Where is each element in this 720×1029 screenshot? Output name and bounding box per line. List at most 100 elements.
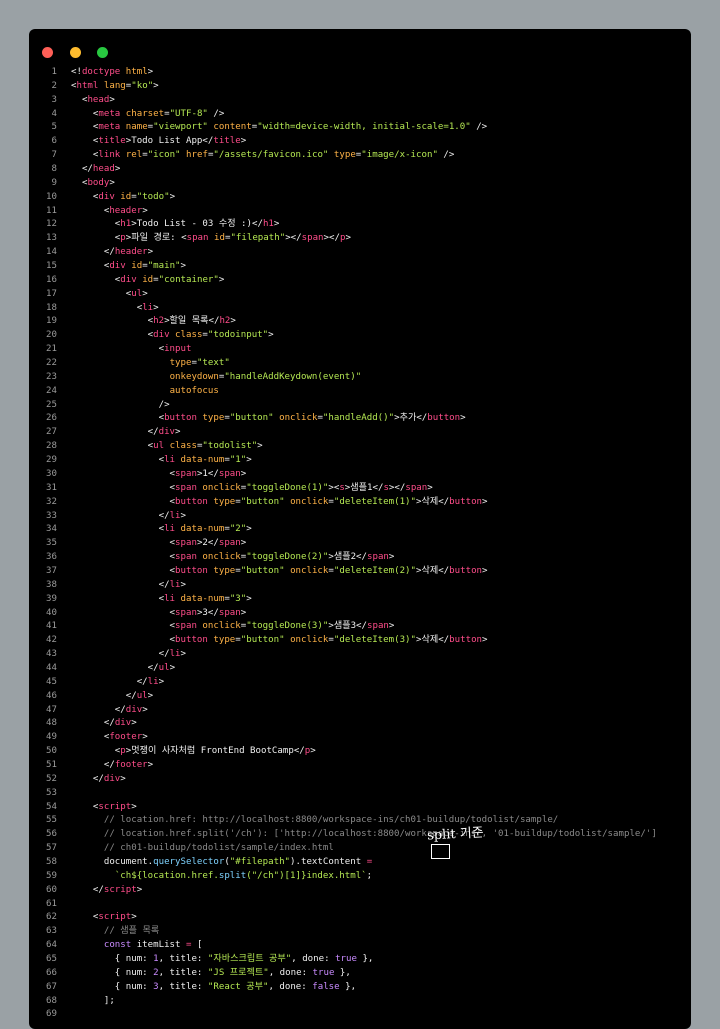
line-number: 55 bbox=[46, 815, 57, 826]
code-token: itemList bbox=[131, 940, 186, 951]
code-token: < bbox=[71, 441, 154, 452]
code-line: 19 <h2>할일 목록</h2> bbox=[29, 315, 691, 329]
code-token: < bbox=[71, 330, 154, 341]
code-token: </ bbox=[71, 773, 104, 784]
code-token: id bbox=[142, 274, 154, 285]
code-token: meta bbox=[98, 108, 121, 119]
code-line: 41 <span onclick="toggleDone(3)">샘플3</sp… bbox=[29, 620, 691, 634]
code-token: ("/ch")[1]}index.html` bbox=[246, 870, 367, 881]
line-number: 40 bbox=[46, 607, 57, 618]
code-token: button bbox=[449, 496, 483, 507]
line-number: 32 bbox=[46, 496, 57, 507]
code-token: button bbox=[449, 635, 483, 646]
code-token: input bbox=[164, 344, 192, 355]
code-token: "UTF-8" bbox=[169, 108, 208, 119]
line-number: 35 bbox=[46, 538, 57, 549]
line-number: 50 bbox=[46, 746, 57, 757]
code-token: li bbox=[169, 649, 181, 660]
line-number: 36 bbox=[46, 552, 57, 563]
code-token: autofocus bbox=[169, 385, 219, 396]
code-line: 1 <!doctype html> bbox=[29, 66, 691, 80]
code-line: 59 `ch${location.href.split("/ch")[1]}in… bbox=[29, 870, 691, 884]
code-line: 63 // 샘플 목록 bbox=[29, 925, 691, 939]
code-token: </ bbox=[71, 704, 126, 715]
code-token: >삭제</ bbox=[416, 635, 450, 646]
code-token: > bbox=[131, 801, 137, 812]
code-line: 40 <span>3</span> bbox=[29, 607, 691, 621]
code-area[interactable]: 1 <!doctype html> 2 <html lang="ko"> 3 <head… bbox=[29, 66, 691, 1022]
code-token: < bbox=[71, 468, 176, 479]
line-number: 48 bbox=[46, 718, 57, 729]
code-line: 43 </li> bbox=[29, 648, 691, 662]
code-token: "/assets/favicon.ico" bbox=[213, 150, 329, 161]
code-line: 51 </footer> bbox=[29, 759, 691, 773]
line-number: 4 bbox=[51, 108, 57, 119]
code-token: onclick bbox=[202, 621, 241, 632]
code-token: > bbox=[114, 164, 121, 175]
code-token: , title: bbox=[158, 981, 208, 992]
line-number: 43 bbox=[46, 649, 57, 660]
code-token: doctype bbox=[81, 67, 121, 77]
code-token: > bbox=[120, 773, 126, 784]
code-token: > bbox=[153, 302, 159, 313]
code-token: > bbox=[218, 274, 225, 285]
code-token: type bbox=[333, 150, 356, 161]
line-number: 65 bbox=[46, 954, 57, 964]
code-token: lang bbox=[103, 80, 126, 91]
handwritten-annotation: split 기준 bbox=[426, 825, 485, 844]
close-dot-icon[interactable] bbox=[42, 47, 53, 58]
code-token: onclick bbox=[202, 552, 241, 563]
line-number: 23 bbox=[46, 371, 57, 382]
line-number: 25 bbox=[46, 399, 57, 410]
line-number: 39 bbox=[46, 593, 57, 604]
code-token: >1</ bbox=[196, 468, 219, 479]
code-token: </ bbox=[71, 690, 137, 701]
code-line: 55 // location.href: http://localhost:88… bbox=[29, 814, 691, 828]
code-token: < bbox=[71, 912, 99, 923]
code-token: /> bbox=[207, 108, 225, 119]
code-token: = bbox=[366, 856, 373, 867]
code-token: ul bbox=[153, 441, 165, 452]
code-token: meta bbox=[98, 122, 121, 133]
code-token: < bbox=[71, 635, 176, 646]
code-token: [ bbox=[191, 940, 203, 951]
code-token: document. bbox=[71, 856, 154, 867]
code-token: , title: bbox=[158, 954, 208, 964]
code-line: 30 <span>1</span> bbox=[29, 468, 691, 482]
minimize-dot-icon[interactable] bbox=[69, 47, 81, 58]
code-token: { num: bbox=[71, 954, 154, 964]
code-token: charset bbox=[125, 108, 165, 119]
code-token: "button" bbox=[229, 413, 274, 424]
code-line: 54 <script> bbox=[29, 801, 691, 815]
line-number: 44 bbox=[46, 662, 57, 673]
traffic-lights bbox=[42, 43, 115, 58]
zoom-dot-icon[interactable] bbox=[97, 47, 109, 58]
code-token: > bbox=[180, 261, 187, 272]
code-token: script bbox=[98, 801, 132, 812]
code-token: span bbox=[175, 468, 197, 479]
code-token: < bbox=[71, 746, 121, 757]
line-number: 24 bbox=[46, 385, 57, 396]
code-token: "filepath" bbox=[230, 233, 286, 244]
code-token: span bbox=[175, 621, 197, 632]
code-token: "todo" bbox=[136, 191, 170, 202]
line-number: 1 bbox=[51, 67, 57, 77]
code-token: title bbox=[213, 136, 241, 147]
code-token: < bbox=[71, 316, 154, 327]
code-token: < bbox=[71, 538, 176, 549]
line-number: 2 bbox=[51, 80, 57, 91]
code-token: < bbox=[71, 455, 165, 466]
code-token: < bbox=[71, 496, 176, 507]
code-token: button bbox=[427, 413, 461, 424]
code-token: , done: bbox=[268, 981, 313, 992]
code-token: < bbox=[71, 732, 110, 743]
code-token: < bbox=[71, 565, 176, 576]
code-token: > bbox=[240, 538, 247, 549]
code-token: >할일 목록</ bbox=[164, 316, 220, 327]
code-token: > bbox=[147, 67, 154, 77]
line-number: 21 bbox=[46, 344, 57, 355]
code-token: span bbox=[175, 482, 197, 493]
code-token: > bbox=[109, 177, 115, 188]
code-token: ul bbox=[136, 690, 148, 701]
code-token: >추가</ bbox=[394, 413, 428, 424]
